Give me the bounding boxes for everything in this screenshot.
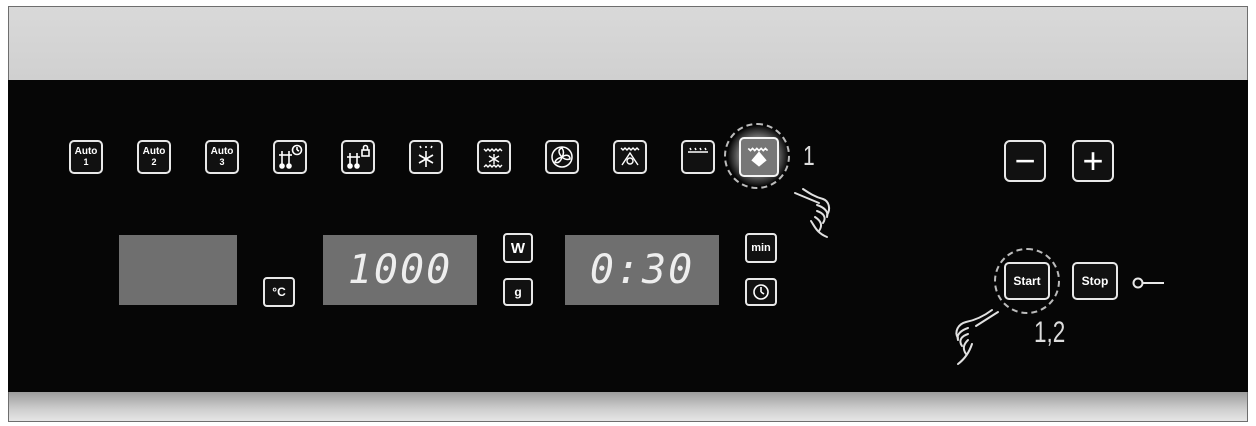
sensor-lock-button[interactable] — [341, 140, 375, 174]
grill-icon — [747, 147, 769, 167]
gram-button[interactable]: g — [503, 278, 533, 306]
snowflake-icon — [418, 145, 434, 167]
combi-grill-icon — [483, 148, 503, 168]
sensor-timer-button[interactable] — [273, 140, 307, 174]
minutes-button[interactable]: min — [745, 233, 777, 263]
sensor-lock-icon — [347, 144, 370, 169]
temperature-display — [119, 235, 237, 305]
grill-fan-button[interactable] — [613, 140, 647, 174]
clock-button[interactable] — [745, 278, 777, 306]
time-display: 0:30 — [565, 235, 719, 305]
key-icon — [1132, 277, 1164, 289]
power-display: 1000 — [323, 235, 477, 305]
auto-label: Auto — [74, 146, 98, 157]
plus-button[interactable]: + — [1072, 140, 1114, 182]
auto-label: Auto — [210, 146, 234, 157]
celsius-button[interactable]: °C — [263, 277, 295, 307]
sensor-clock-icon — [279, 144, 303, 169]
grill-fan-icon — [620, 147, 640, 166]
minus-button[interactable]: − — [1004, 140, 1046, 182]
appliance-lower-trim — [8, 392, 1248, 422]
top-heat-icon — [688, 147, 708, 153]
auto-number: 3 — [219, 157, 225, 167]
callout-steps-1-2: 1,2 — [1034, 316, 1066, 349]
grill-button[interactable] — [739, 137, 779, 177]
auto-2-button[interactable]: Auto 2 — [137, 140, 171, 174]
defrost-button[interactable] — [409, 140, 443, 174]
auto-3-button[interactable]: Auto 3 — [205, 140, 239, 174]
combi-button[interactable] — [477, 140, 511, 174]
watt-button[interactable]: W — [503, 233, 533, 263]
top-heat-button[interactable] — [681, 140, 715, 174]
auto-1-button[interactable]: Auto 1 — [69, 140, 103, 174]
start-button[interactable]: Start — [1004, 262, 1050, 300]
auto-number: 1 — [83, 157, 89, 167]
callout-step-1: 1 — [803, 140, 815, 171]
pointing-hand-icon — [794, 188, 831, 238]
fan-icon — [551, 146, 573, 168]
pointing-hand-icon — [955, 309, 999, 365]
auto-number: 2 — [151, 157, 157, 167]
auto-label: Auto — [142, 146, 166, 157]
fan-button[interactable] — [545, 140, 579, 174]
control-panel: Auto 1 Auto 2 Auto 3 1 °C 1000 W g 0:30 … — [8, 80, 1248, 392]
clock-icon — [753, 284, 769, 300]
stop-button[interactable]: Stop — [1072, 262, 1118, 300]
